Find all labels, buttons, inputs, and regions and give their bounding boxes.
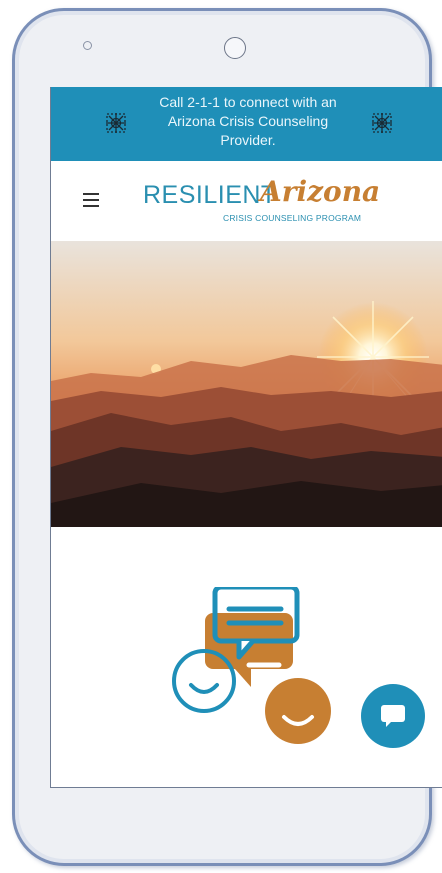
hamburger-menu-icon[interactable] — [83, 193, 99, 207]
crisis-banner[interactable]: Call 2-1-1 to connect with an Arizona Cr… — [51, 87, 442, 161]
banner-line-1: Call 2-1-1 to connect with an — [159, 94, 337, 110]
chat-icon — [381, 705, 405, 722]
logo-script-text: Arizona — [260, 175, 381, 208]
site-logo[interactable]: RESILIENT Arizona CRISIS COUNSELING PROG… — [143, 175, 380, 231]
front-camera — [224, 37, 246, 59]
virus-icon — [372, 113, 392, 133]
chat-button[interactable] — [361, 684, 425, 748]
banner-line-2: Arizona Crisis Counseling — [167, 113, 329, 129]
conversation-icon — [172, 587, 331, 744]
hero-image — [51, 241, 442, 527]
banner-text: Call 2-1-1 to connect with an Arizona Cr… — [143, 93, 353, 150]
logo-main-text: RESILIENT — [143, 181, 277, 209]
site-header: RESILIENT Arizona CRISIS COUNSELING PROG… — [51, 161, 442, 241]
phone-frame: Call 2-1-1 to connect with an Arizona Cr… — [12, 8, 442, 866]
virus-icon — [106, 113, 126, 133]
sensor-dot — [83, 41, 92, 50]
banner-line-3: Provider. — [220, 132, 276, 148]
logo-subtitle: CRISIS COUNSELING PROGRAM — [223, 213, 362, 223]
screen: Call 2-1-1 to connect with an Arizona Cr… — [50, 87, 442, 788]
